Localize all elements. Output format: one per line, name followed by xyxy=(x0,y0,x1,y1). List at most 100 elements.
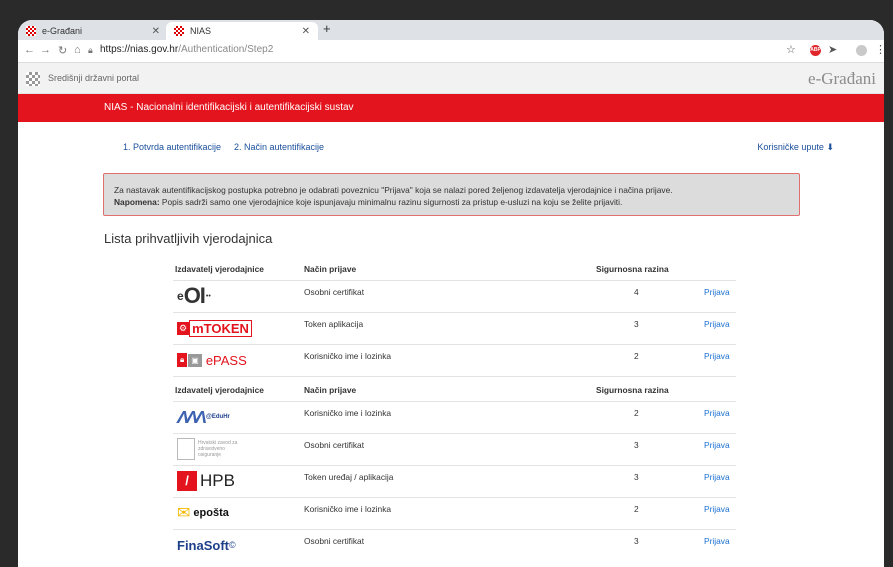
tab-title: e-Građani xyxy=(42,26,83,36)
level: 4 xyxy=(634,287,639,297)
alert-note: Napomena: Popis sadrži samo one vjerodaj… xyxy=(114,196,789,208)
col-level: Sigurnosna razina xyxy=(596,385,669,395)
tab-title: NIAS xyxy=(190,26,212,36)
close-tab-icon[interactable]: ✕ xyxy=(302,26,310,37)
back-icon[interactable]: ← xyxy=(24,44,35,56)
method: Korisničko ime i lozinka xyxy=(304,408,392,418)
col-issuer: Izdavatelj vjerodajnice xyxy=(175,264,264,274)
url-path: /Authentication/Step2 xyxy=(178,44,274,55)
method: Osobni certifikat xyxy=(304,536,365,546)
col-method: Način prijave xyxy=(304,264,357,274)
method: Korisničko ime i lozinka xyxy=(304,351,392,361)
address-bar: ← → ↻ ⌂ 🔒︎ https://nias.gov.hr/Authentic… xyxy=(18,40,884,63)
favicon-icon xyxy=(26,26,36,36)
eduhr-wave-icon: ΛΛΛ xyxy=(177,406,207,427)
reload-icon[interactable]: ↻ xyxy=(58,44,67,57)
new-tab-icon[interactable]: + xyxy=(323,21,331,36)
prijava-link[interactable]: Prijava xyxy=(704,504,730,514)
table-row: FinaSoft © Osobni certifikat 3 Prijava xyxy=(173,529,736,561)
table-header-row: Izdavatelj vjerodajnice Način prijave Si… xyxy=(173,376,736,401)
lock-icon: 🔒︎ xyxy=(88,45,93,55)
prijava-link[interactable]: Prijava xyxy=(704,319,730,329)
table-row: ✉ epošta Korisničko ime i lozinka 2 Prija… xyxy=(173,497,736,529)
user-manual-link[interactable]: Korisničke upute ⬇ xyxy=(757,142,834,153)
level: 3 xyxy=(634,319,639,329)
method: Token aplikacija xyxy=(304,319,364,329)
level: 2 xyxy=(634,351,639,361)
browser-window: e-Građani ✕ NIAS ✕ + ← → ↻ ⌂ 🔒︎ https://… xyxy=(18,20,884,567)
level: 3 xyxy=(634,472,639,482)
epass-logo: 🔒︎ ▣ ePASS xyxy=(177,348,247,372)
device-frame: e-Građani ✕ NIAS ✕ + ← → ↻ ⌂ 🔒︎ https://… xyxy=(0,0,893,567)
alert-line: Za nastavak autentifikacijskog postupka … xyxy=(114,185,673,195)
bookmark-star-icon[interactable]: ☆ xyxy=(786,43,796,56)
download-icon: ⬇ xyxy=(826,142,834,152)
forward-icon[interactable]: → xyxy=(40,44,51,56)
eduhr-logo: ΛΛΛ @EduHr xyxy=(177,405,230,429)
level: 2 xyxy=(634,408,639,418)
prijava-link[interactable]: Prijava xyxy=(704,472,730,482)
lock-icon: 🔒︎ xyxy=(177,353,188,367)
mtoken-logo: ⚙ mTOKEN xyxy=(177,316,252,340)
method: Osobni certifikat xyxy=(304,287,365,297)
extension-icon[interactable]: ➤ xyxy=(828,43,837,56)
adblock-icon[interactable]: ABP xyxy=(810,45,821,56)
url-domain: https://nias.gov.hr xyxy=(100,44,179,55)
hzzo-logo: Hrvatski zavod za zdravstveno osiguranje xyxy=(177,437,246,461)
envelope-icon: ✉ xyxy=(177,505,191,522)
finasoft-logo: FinaSoft © xyxy=(177,533,236,557)
table-row: / HPB Token uređaj / aplikacija 3 Prijava xyxy=(173,465,736,497)
method: Osobni certifikat xyxy=(304,440,365,450)
hzzo-emblem-icon xyxy=(177,438,195,460)
finasoft-mark-icon: © xyxy=(229,540,236,550)
eduhr-text: @EduHr xyxy=(206,414,230,420)
hzzo-text: Hrvatski zavod za zdravstveno osiguranje xyxy=(198,440,238,458)
gov-logo-icon[interactable] xyxy=(26,72,40,86)
eoi-logo-mark: •• xyxy=(205,292,211,300)
hpb-logo: / HPB xyxy=(177,469,235,493)
portal-header: Središnji državni portal e-Građani xyxy=(18,63,884,94)
step-1-link[interactable]: 1. Potvrda autentifikacije xyxy=(123,142,221,152)
prijava-link[interactable]: Prijava xyxy=(704,351,730,361)
profile-avatar[interactable] xyxy=(856,45,867,56)
info-alert: Za nastavak autentifikacijskog postupka … xyxy=(103,173,800,216)
prijava-link[interactable]: Prijava xyxy=(704,440,730,450)
prijava-link[interactable]: Prijava xyxy=(704,408,730,418)
col-level: Sigurnosna razina xyxy=(596,264,669,274)
table-header-row: Izdavatelj vjerodajnice Način prijave Si… xyxy=(173,256,736,280)
table-row: e OI •• Osobni certifikat 4 Prijava xyxy=(173,280,736,312)
step-2-link[interactable]: 2. Način autentifikacije xyxy=(234,142,324,152)
token-icon: ⚙ xyxy=(177,321,190,335)
col-method: Način prijave xyxy=(304,385,357,395)
home-icon[interactable]: ⌂ xyxy=(74,44,81,56)
menu-icon[interactable]: ⋮ xyxy=(875,43,884,56)
credentials-table: Izdavatelj vjerodajnice Način prijave Si… xyxy=(173,256,736,561)
url-field[interactable]: https://nias.gov.hr/Authentication/Step2 xyxy=(100,44,273,55)
tab-bar: e-Građani ✕ NIAS ✕ + xyxy=(18,20,884,40)
eposta-logo: ✉ epošta xyxy=(177,501,229,525)
eoi-logo-prefix: e xyxy=(177,289,184,303)
portal-title[interactable]: Središnji državni portal xyxy=(48,73,139,83)
col-issuer: Izdavatelj vjerodajnice xyxy=(175,385,264,395)
eoi-logo: e OI •• xyxy=(177,283,211,308)
tab-nias[interactable]: NIAS ✕ xyxy=(166,22,318,40)
egradani-brand[interactable]: e-Građani xyxy=(808,69,876,89)
tab-egradani[interactable]: e-Građani ✕ xyxy=(18,22,168,40)
prijava-link[interactable]: Prijava xyxy=(704,536,730,546)
eoi-logo-main: OI xyxy=(183,283,206,308)
level: 2 xyxy=(634,504,639,514)
user-manual-label: Korisničke upute xyxy=(757,142,824,152)
list-title: Lista prihvatljivih vjerodajnica xyxy=(104,231,273,246)
note-label: Napomena: xyxy=(114,197,160,207)
nias-header: NIAS - Nacionalni identifikacijski i aut… xyxy=(18,94,884,122)
table-row: Hrvatski zavod za zdravstveno osiguranje… xyxy=(173,433,736,465)
favicon-icon xyxy=(174,26,184,36)
table-row: 🔒︎ ▣ ePASS Korisničko ime i lozinka 2 Prij… xyxy=(173,344,736,376)
close-tab-icon[interactable]: ✕ xyxy=(152,26,160,37)
note-text: Popis sadrži samo one vjerodajnice koje … xyxy=(159,197,623,207)
finasoft-text: FinaSoft xyxy=(177,537,229,553)
prijava-link[interactable]: Prijava xyxy=(704,287,730,297)
method: Token uređaj / aplikacija xyxy=(304,472,394,482)
level: 3 xyxy=(634,440,639,450)
hpb-mark-icon: / xyxy=(177,471,197,491)
